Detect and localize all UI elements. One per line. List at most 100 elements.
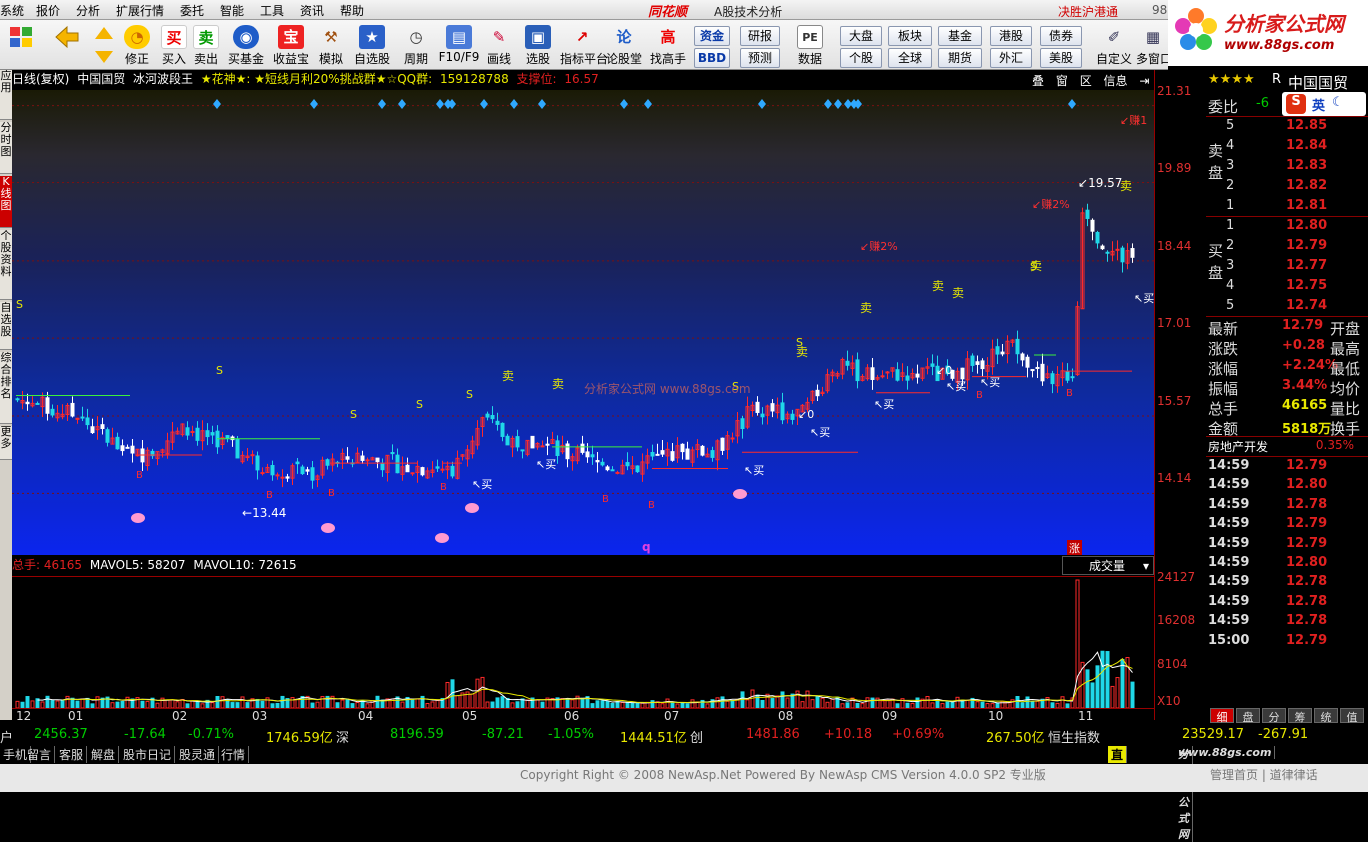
futures-button[interactable]: 期货	[938, 48, 982, 68]
tab-commentary[interactable]: 解盘	[88, 746, 120, 763]
fund-tab-button[interactable]: 基金	[938, 26, 982, 46]
volume-bar	[340, 699, 345, 709]
expert-button[interactable]: 高 找高手	[648, 23, 688, 69]
back-button[interactable]	[50, 23, 84, 69]
bond-button[interactable]: 债券	[1040, 26, 1082, 46]
expand-icon[interactable]: ⇥	[1139, 74, 1149, 88]
hk-stock-button[interactable]: 港股	[990, 26, 1032, 46]
global-button[interactable]: 全球	[888, 48, 932, 68]
signal-diamond	[834, 99, 842, 109]
buy-fund-button[interactable]: ◉ 买基金	[224, 23, 268, 69]
sz-label: 深	[336, 731, 350, 746]
screen-button[interactable]: ▣ 选股	[520, 23, 556, 69]
volume-bar	[1010, 699, 1015, 709]
tab-detail[interactable]: 细	[1210, 708, 1234, 724]
tab-price-dist[interactable]: 分	[1262, 708, 1286, 724]
menu-smart[interactable]: 智能	[220, 2, 244, 19]
tab-watchlist[interactable]: 自选股	[0, 302, 12, 350]
period-label[interactable]: 日线(复权)	[12, 72, 69, 86]
custom-button[interactable]: ✐ 自定义	[1094, 23, 1134, 69]
draw-button[interactable]: ✎ 画线	[482, 23, 516, 69]
simulate-button[interactable]: ⚒ 模拟	[314, 23, 348, 69]
indicator-name[interactable]: 冰河波段王	[133, 72, 193, 86]
updown-button[interactable]	[90, 23, 118, 69]
volume-bar	[795, 690, 800, 709]
volume-bar	[525, 699, 530, 709]
correct-button[interactable]: ◔ 修正	[120, 23, 154, 69]
banner-link[interactable]: 决胜沪港通	[1058, 3, 1118, 20]
tab-chips[interactable]: 筹	[1288, 708, 1312, 724]
tab-order-book[interactable]: 盘	[1236, 708, 1260, 724]
volume-chart[interactable]	[12, 576, 1154, 709]
earn-text-2: 赚2%	[1041, 198, 1070, 211]
capital-button[interactable]: 资金	[694, 26, 730, 46]
range-button[interactable]: 区	[1080, 74, 1092, 88]
signal-diamonds	[213, 99, 1076, 109]
volume-bar	[760, 699, 765, 709]
sector-button[interactable]: 板块	[888, 26, 932, 46]
tab-market[interactable]: 行情	[218, 746, 250, 763]
tab-more[interactable]: 更多	[0, 426, 12, 460]
multiwindow-button[interactable]: ▦ 多窗口	[1136, 23, 1172, 69]
overlay-button[interactable]: 叠	[1032, 74, 1044, 88]
price-chart[interactable]: S S S S S S S S B B B B B B B B 卖卖卖卖卖卖卖卖 ↖买 ↖买 ↖买 ↖买 ↖买 ↖买 ↖买 ↖买…	[12, 90, 1154, 555]
tab-intraday[interactable]: 分时图	[0, 122, 12, 174]
f10-button[interactable]: ▤ F10/F9	[438, 23, 480, 69]
indicator-button[interactable]: ↗ 指标平台	[560, 23, 608, 69]
ime-bar[interactable]: S 英 ☾	[1282, 92, 1366, 116]
footer-links[interactable]: 管理首页 | 道律律话	[1210, 766, 1318, 783]
menu-news[interactable]: 资讯	[300, 2, 324, 19]
tab-apps[interactable]: 应用	[0, 70, 12, 120]
s-marker: S	[216, 364, 223, 377]
report-button[interactable]: 研报	[740, 26, 780, 46]
window-button[interactable]: 窗	[1056, 74, 1068, 88]
forecast-button[interactable]: 预测	[740, 48, 780, 68]
bottom-tab-bar: 手机 留言 客服 解盘 股市日记 股灵通 行情 直 分析家公式网 www.88g…	[0, 746, 1368, 842]
tab-service[interactable]: 客服	[56, 746, 88, 763]
menu-help[interactable]: 帮助	[340, 2, 364, 19]
volume-bar	[500, 696, 505, 709]
buy-button[interactable]: 买 买入	[158, 23, 190, 69]
tab-profile[interactable]: 个股资料	[0, 230, 12, 300]
tab-message[interactable]: 留言	[24, 746, 56, 763]
sell-marker: 卖	[552, 377, 564, 391]
treasure-button[interactable]: 宝 收益宝	[270, 23, 312, 69]
talk-button[interactable]: 论 论股堂	[604, 23, 644, 69]
menu-analysis[interactable]: 分析	[76, 2, 100, 19]
menu-quote[interactable]: 报价	[36, 2, 60, 19]
signal-diamond	[480, 99, 488, 109]
info-button[interactable]: 信息	[1104, 74, 1128, 88]
market-button[interactable]: 大盘	[840, 26, 882, 46]
tab-stats[interactable]: 统	[1314, 708, 1338, 724]
tab-guling[interactable]: 股灵通	[176, 746, 220, 763]
period-button[interactable]: ◷ 周期	[398, 23, 434, 69]
volume-bar	[1115, 677, 1120, 709]
live-button[interactable]: 直	[1108, 746, 1128, 763]
menu-extended[interactable]: 扩展行情	[116, 2, 164, 19]
watchlist-button[interactable]: ★ 自选股	[352, 23, 392, 69]
tab-kline[interactable]: K线图	[0, 176, 12, 228]
quote-row: 5 12.74	[1206, 298, 1368, 318]
sector-row[interactable]: 房地产开发 0.35%	[1206, 438, 1368, 458]
menu-system[interactable]: 系统	[0, 2, 24, 19]
grid-button[interactable]	[4, 23, 38, 69]
us-stock-button[interactable]: 美股	[1040, 48, 1082, 68]
sell-button[interactable]: 卖 卖出	[190, 23, 222, 69]
order-price: 12.79	[1286, 238, 1328, 253]
menu-tools[interactable]: 工具	[260, 2, 284, 19]
stat-label: 总手	[1208, 400, 1239, 418]
menu-order[interactable]: 委托	[180, 2, 204, 19]
bbd-button[interactable]: BBD	[694, 48, 730, 68]
expert-label: 找高手	[649, 52, 686, 66]
candle-body	[915, 373, 920, 378]
tab-value[interactable]: 值	[1340, 708, 1364, 724]
forex-button[interactable]: 外汇	[990, 48, 1032, 68]
stock-button[interactable]: 个股	[840, 48, 882, 68]
data-button[interactable]: PE 数据	[790, 23, 830, 69]
volume-bar	[470, 693, 475, 709]
candle-body	[1065, 371, 1070, 381]
cy-change: +10.18	[824, 727, 873, 742]
tab-diary[interactable]: 股市日记	[120, 746, 176, 763]
volume-indicator-dropdown[interactable]: 成交量 ▾	[1062, 556, 1154, 575]
tab-ranking[interactable]: 综合排名	[0, 352, 12, 424]
